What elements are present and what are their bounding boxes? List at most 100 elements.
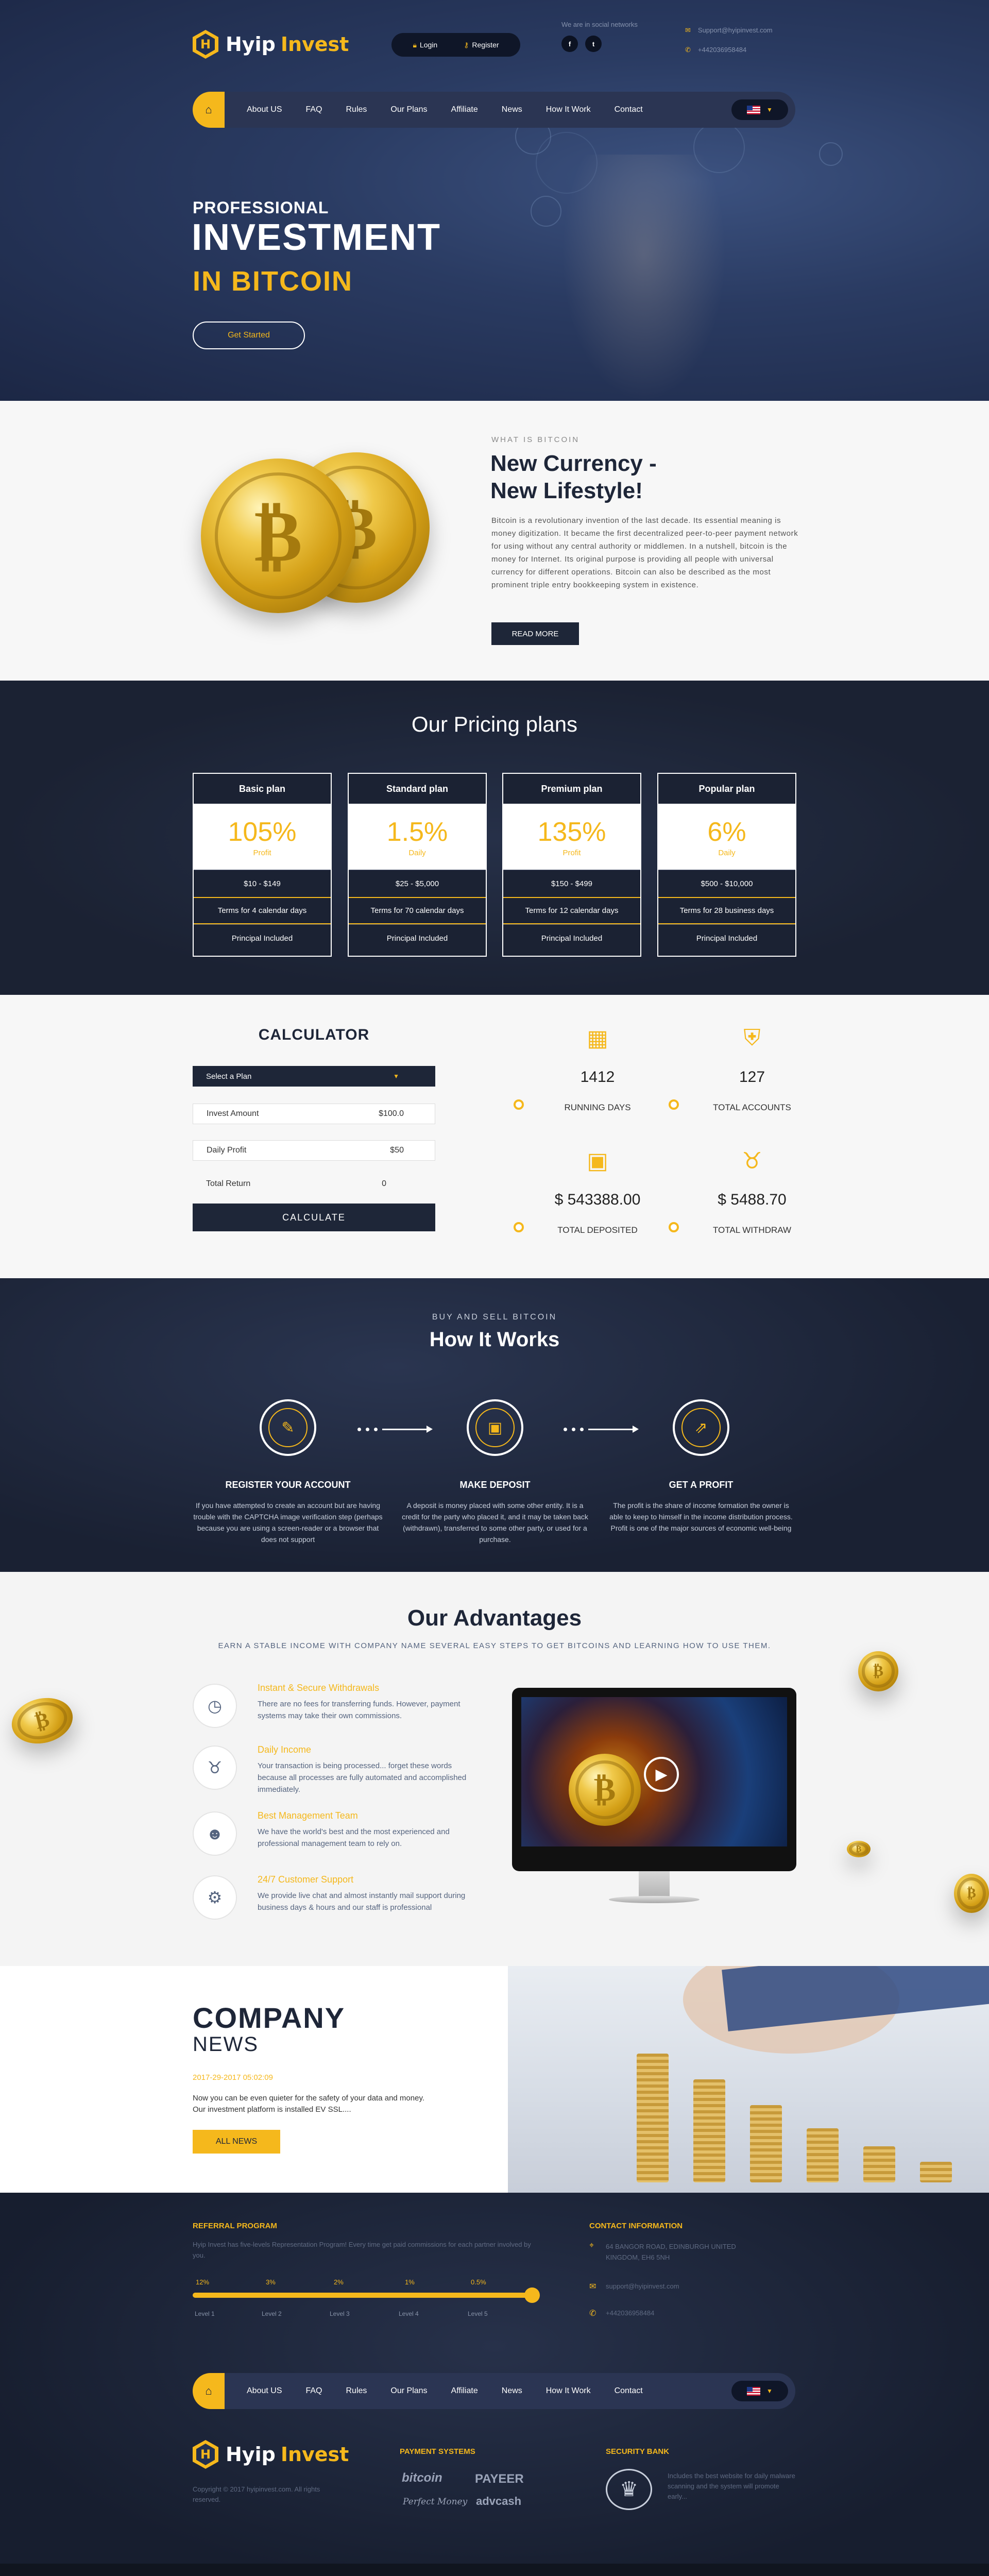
- security-text: Includes the best website for daily malw…: [668, 2472, 795, 2500]
- level-1-label: Level 1: [195, 2310, 215, 2317]
- nav-contact[interactable]: Contact: [603, 105, 655, 114]
- location-icon: ⌖: [589, 2241, 594, 2250]
- contact-phone: +442036958484: [606, 2309, 655, 2317]
- home-icon[interactable]: ⌂: [193, 2373, 225, 2409]
- play-icon[interactable]: ▶: [644, 1757, 679, 1792]
- decor-coin-icon: ₿: [858, 1651, 898, 1691]
- plan-percent: 135%: [537, 817, 606, 847]
- piggy-bank-icon: ♉︎: [742, 1148, 762, 1174]
- nav-plans[interactable]: Our Plans: [379, 2386, 439, 2396]
- edit-icon: ✎: [268, 1408, 308, 1447]
- level-4-pct: 1%: [405, 2278, 415, 2286]
- team-icon: ☻: [193, 1811, 237, 1856]
- advantage-withdrawals: ◷ Instant & Secure Withdrawals There are…: [193, 1683, 481, 1739]
- calendar-icon: ▦: [587, 1026, 608, 1051]
- daily-profit-field[interactable]: Daily Profit $50: [193, 1140, 435, 1161]
- plan-name: Premium plan: [541, 783, 603, 794]
- shield-icon: ⛨: [743, 1025, 761, 1050]
- plan-name: Basic plan: [238, 783, 286, 794]
- facebook-icon[interactable]: f: [561, 36, 578, 52]
- mail-icon: ✉: [685, 26, 691, 34]
- level-3-pct: 2%: [334, 2278, 344, 2286]
- home-icon[interactable]: ⌂: [193, 92, 225, 128]
- calculate-button[interactable]: CALCULATE: [193, 1204, 435, 1231]
- about-title-1: New Currency -: [490, 451, 657, 476]
- nav-contact[interactable]: Contact: [603, 2386, 655, 2396]
- get-started-button[interactable]: Get Started: [193, 321, 305, 349]
- plan-select[interactable]: Select a Plan ▼: [193, 1066, 435, 1087]
- plan-card-basic[interactable]: Basic plan 105% Profit $10 - $149 Terms f…: [193, 773, 332, 957]
- nav-news[interactable]: News: [490, 2386, 534, 2396]
- news-title-2: NEWS: [193, 2033, 259, 2056]
- nav-affiliate[interactable]: Affiliate: [439, 105, 490, 114]
- wallet-icon: ▣: [587, 1148, 608, 1174]
- us-flag-icon: [747, 2386, 761, 2396]
- chevron-down-icon: ▼: [766, 106, 773, 113]
- how-title: How It Works: [429, 1328, 560, 1351]
- social-block: We are in social networks ft: [561, 21, 638, 52]
- plan-card-popular[interactable]: Popular plan 6% Daily $500 - $10,000 Term…: [657, 773, 796, 957]
- mail-icon: ✉: [589, 2282, 596, 2291]
- bitcoin-bubble-icon: [531, 196, 561, 227]
- monitor-stand: [609, 1896, 700, 1903]
- register-link[interactable]: ⚷ Register: [464, 41, 499, 49]
- nav-plans[interactable]: Our Plans: [379, 105, 439, 114]
- footer-logo[interactable]: H Hyip Invest: [193, 2440, 349, 2469]
- plan-percent: 6%: [707, 817, 746, 847]
- advantages-title: Our Advantages: [407, 1605, 582, 1631]
- step-register: ✎ REGISTER YOUR ACCOUNT If you have atte…: [193, 1399, 383, 1545]
- plan-period: Daily: [408, 848, 426, 857]
- header-phone: +442036958484: [697, 46, 747, 54]
- lock-icon: 🔒︎: [413, 40, 417, 49]
- nav-rules[interactable]: Rules: [334, 105, 379, 114]
- nav-about[interactable]: About US: [235, 2386, 294, 2396]
- security-seal-icon: ♛: [606, 2469, 652, 2510]
- nav-about[interactable]: About US: [235, 105, 294, 114]
- all-news-button[interactable]: ALL NEWS: [193, 2130, 280, 2154]
- nav-how[interactable]: How It Work: [534, 105, 603, 114]
- plan-card-premium[interactable]: Premium plan 135% Profit $150 - $499 Term…: [502, 773, 641, 957]
- nav-how[interactable]: How It Work: [534, 2386, 603, 2396]
- read-more-button[interactable]: READ MORE: [491, 622, 579, 645]
- nav-faq[interactable]: FAQ: [294, 2386, 334, 2396]
- contact-address: 64 BANGOR ROAD, EDINBURGH UNITED KINGDOM…: [606, 2243, 736, 2261]
- level-3-label: Level 3: [330, 2310, 350, 2317]
- logo[interactable]: H Hyip Invest: [193, 30, 349, 59]
- nav-rules[interactable]: Rules: [334, 2386, 379, 2396]
- plan-name: Popular plan: [698, 783, 755, 794]
- plan-terms: Terms for 4 calendar days: [194, 897, 331, 924]
- stat-dot: [669, 1099, 679, 1110]
- phone-icon: ✆: [589, 2309, 596, 2318]
- social-label: We are in social networks: [561, 21, 638, 28]
- invest-amount-field[interactable]: Invest Amount $100.0: [193, 1104, 435, 1124]
- video-monitor: ₿ ▶: [512, 1688, 796, 1871]
- contact-email[interactable]: support@hyipinvest.com: [606, 2282, 679, 2290]
- plan-period: Profit: [562, 848, 581, 857]
- plan-card-standard[interactable]: Standard plan 1.5% Daily $25 - $5,000 Ter…: [348, 773, 487, 957]
- nav-faq[interactable]: FAQ: [294, 105, 334, 114]
- language-select[interactable]: ▼: [731, 99, 788, 120]
- step-deposit: ▣ MAKE DEPOSIT A deposit is money placed…: [400, 1399, 590, 1545]
- video-thumbnail[interactable]: ₿ ▶: [521, 1697, 787, 1846]
- main-nav: ⌂ About US FAQ Rules Our Plans Affiliate…: [193, 92, 795, 128]
- how-eyebrow: BUY AND SELL BITCOIN: [432, 1313, 557, 1321]
- header-contact: ✉ Support@hyipinvest.com ✆ +442036958484: [685, 21, 773, 60]
- advcash-logo: advcash: [476, 2495, 522, 2507]
- nav-affiliate[interactable]: Affiliate: [439, 2386, 490, 2396]
- calculator-title: CALCULATOR: [258, 1026, 370, 1043]
- plan-range: $150 - $499: [503, 870, 640, 897]
- header-email[interactable]: Support@hyipinvest.com: [698, 26, 773, 34]
- news-coins-image: [508, 1966, 989, 2193]
- payment-title: PAYMENT SYSTEMS: [400, 2447, 475, 2456]
- nav-news[interactable]: News: [490, 105, 534, 114]
- step-arrow-icon: [564, 1426, 639, 1433]
- chevron-down-icon: ▼: [766, 2387, 773, 2395]
- twitter-icon[interactable]: t: [585, 36, 602, 52]
- language-select[interactable]: ▼: [731, 2381, 788, 2401]
- decor-coin-icon: ₿: [847, 1841, 871, 1857]
- login-link[interactable]: 🔒︎ Login: [413, 41, 437, 49]
- news-text-1: Now you can be even quieter for the safe…: [193, 2094, 424, 2103]
- bitcoin-coin-icon: ₿: [201, 459, 355, 613]
- wallet-icon: ▣: [475, 1408, 515, 1447]
- news-title-1: COMPANY: [193, 2002, 346, 2034]
